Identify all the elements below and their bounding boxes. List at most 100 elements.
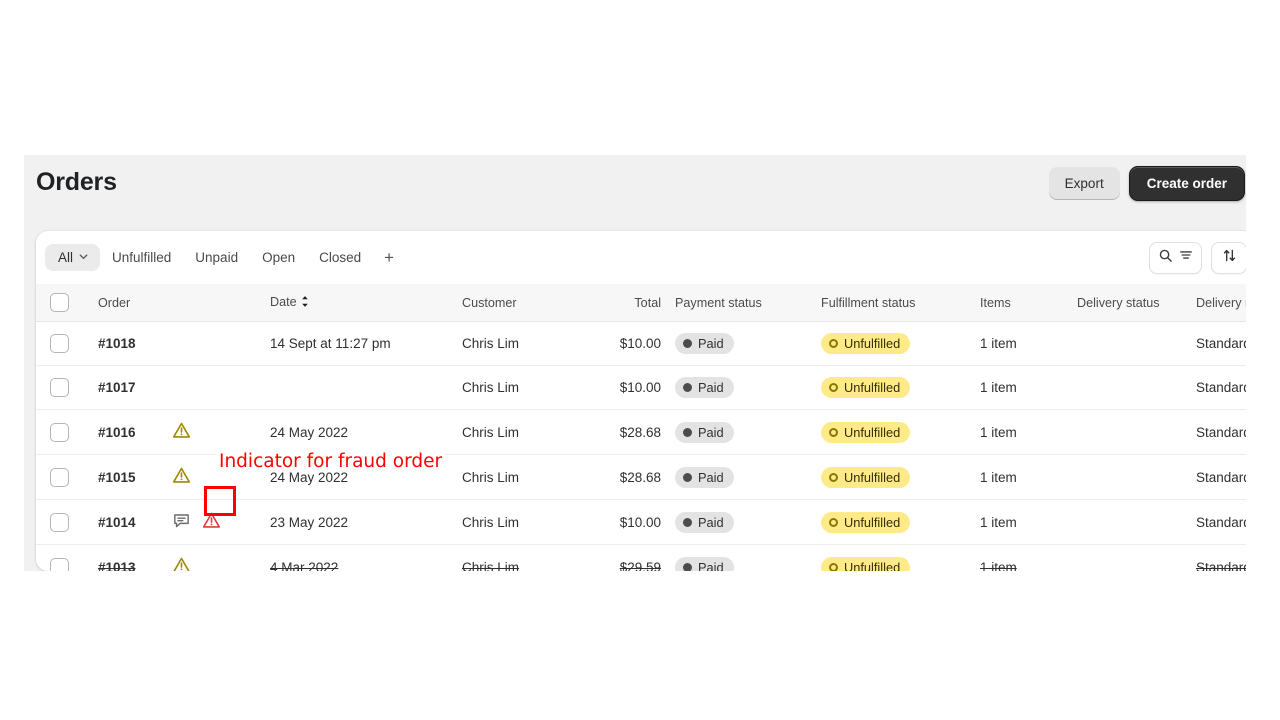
col-delivery-status[interactable]: Delivery status	[1077, 284, 1196, 322]
filter-bar: All Unfulfilled Unpaid Open Closed +	[36, 231, 1246, 284]
create-order-button[interactable]: Create order	[1129, 166, 1245, 201]
status-ring-icon	[829, 428, 838, 437]
cell-date: 23 May 2022	[270, 500, 462, 545]
cell-date: 24 May 2022	[270, 410, 462, 455]
table-row[interactable]: #101814 Sept at 11:27 pmChris Lim$10.00P…	[36, 322, 1246, 366]
cell-customer: Chris Lim	[462, 455, 587, 500]
cell-order[interactable]: #1018	[98, 322, 170, 366]
fraud-annotation-label: Indicator for fraud order	[216, 451, 445, 472]
status-badge-paid: Paid	[675, 333, 734, 354]
cell-payment-status: Paid	[661, 545, 821, 572]
cell-payment-status: Paid	[661, 410, 821, 455]
col-flags	[170, 284, 270, 322]
row-checkbox[interactable]	[50, 513, 69, 532]
cell-items: 1 item	[980, 500, 1077, 545]
cell-delivery-status	[1077, 500, 1196, 545]
order-id-link[interactable]: #1014	[98, 515, 136, 530]
cell-total: $10.00	[587, 322, 661, 366]
warning-triangle-icon[interactable]	[172, 556, 191, 571]
table-row[interactable]: #10134 Mar 2022Chris Lim$29.59PaidUnfulf…	[36, 545, 1246, 572]
row-flags	[170, 421, 270, 443]
cell-order[interactable]: #1016	[98, 410, 170, 455]
cell-order[interactable]: #1017	[98, 366, 170, 410]
order-id-link[interactable]: #1018	[98, 336, 136, 351]
cell-total: $29.59	[587, 545, 661, 572]
status-badge-unfulfilled: Unfulfilled	[821, 422, 910, 443]
orders-page: Orders Export Create order All Unfulfill…	[24, 155, 1246, 571]
order-id-link[interactable]: #1013	[98, 560, 136, 572]
status-badge-paid: Paid	[675, 422, 734, 443]
row-select-cell	[36, 455, 98, 500]
status-badge-paid: Paid	[675, 512, 734, 533]
cell-order[interactable]: #1015	[98, 455, 170, 500]
cell-delivery-status	[1077, 455, 1196, 500]
row-checkbox[interactable]	[50, 558, 69, 572]
order-id-link[interactable]: #1017	[98, 380, 136, 395]
tab-open[interactable]: Open	[250, 244, 307, 271]
order-id-link[interactable]: #1015	[98, 470, 136, 485]
col-payment-status[interactable]: Payment status	[661, 284, 821, 322]
cell-date: 4 Mar 2022	[270, 545, 462, 572]
row-checkbox[interactable]	[50, 468, 69, 487]
cell-order[interactable]: #1014	[98, 500, 170, 545]
row-checkbox[interactable]	[50, 334, 69, 353]
col-date[interactable]: Date	[270, 284, 462, 322]
col-fulfillment-status[interactable]: Fulfillment status	[821, 284, 980, 322]
status-ring-icon	[829, 339, 838, 348]
cell-delivery-method: Standard	[1196, 322, 1246, 366]
cell-flags	[170, 322, 270, 366]
status-dot-icon	[683, 473, 692, 482]
comment-icon[interactable]	[172, 511, 191, 533]
cell-total: $28.68	[587, 410, 661, 455]
status-dot-icon	[683, 428, 692, 437]
col-delivery-method[interactable]: Delivery m	[1196, 284, 1246, 322]
cell-items: 1 item	[980, 322, 1077, 366]
status-dot-icon	[683, 383, 692, 392]
status-dot-icon	[683, 563, 692, 572]
tab-closed[interactable]: Closed	[307, 244, 373, 271]
cell-items: 1 item	[980, 455, 1077, 500]
sort-button[interactable]	[1211, 242, 1246, 274]
cell-date	[270, 366, 462, 410]
warning-triangle-icon[interactable]	[172, 421, 191, 443]
select-all-checkbox[interactable]	[50, 293, 69, 312]
cell-flags	[170, 545, 270, 572]
cell-delivery-method: Standard	[1196, 545, 1246, 572]
add-tab-button[interactable]: +	[373, 244, 405, 271]
cell-fulfillment-status: Unfulfilled	[821, 410, 980, 455]
chevron-down-icon	[78, 250, 89, 265]
status-badge-unfulfilled: Unfulfilled	[821, 377, 910, 398]
col-customer[interactable]: Customer	[462, 284, 587, 322]
cell-fulfillment-status: Unfulfilled	[821, 322, 980, 366]
cell-delivery-method: Standard	[1196, 366, 1246, 410]
order-id-link[interactable]: #1016	[98, 425, 136, 440]
cell-delivery-method: Standard	[1196, 410, 1246, 455]
cell-customer: Chris Lim	[462, 500, 587, 545]
warning-triangle-icon[interactable]	[172, 466, 191, 488]
cell-items: 1 item	[980, 366, 1077, 410]
cell-items: 1 item	[980, 545, 1077, 572]
export-button[interactable]: Export	[1049, 167, 1120, 200]
col-date-label: Date	[270, 295, 297, 309]
row-checkbox[interactable]	[50, 423, 69, 442]
table-row[interactable]: #1017Chris Lim$10.00PaidUnfulfilled1 ite…	[36, 366, 1246, 410]
cell-delivery-method: Standard	[1196, 455, 1246, 500]
table-row[interactable]: #101624 May 2022Chris Lim$28.68PaidUnful…	[36, 410, 1246, 455]
status-badge-unfulfilled: Unfulfilled	[821, 467, 910, 488]
cell-items: 1 item	[980, 410, 1077, 455]
col-total[interactable]: Total	[587, 284, 661, 322]
status-badge-paid: Paid	[675, 377, 734, 398]
cell-delivery-status	[1077, 322, 1196, 366]
status-badge-unfulfilled: Unfulfilled	[821, 512, 910, 533]
fraud-indicator-highlight	[204, 486, 236, 516]
cell-delivery-method: Standard	[1196, 500, 1246, 545]
cell-order[interactable]: #1013	[98, 545, 170, 572]
col-items[interactable]: Items	[980, 284, 1077, 322]
row-checkbox[interactable]	[50, 378, 69, 397]
col-order[interactable]: Order	[98, 284, 170, 322]
tab-unfulfilled[interactable]: Unfulfilled	[100, 244, 183, 271]
cell-delivery-status	[1077, 366, 1196, 410]
tab-all[interactable]: All	[45, 244, 100, 271]
tab-unpaid[interactable]: Unpaid	[183, 244, 250, 271]
search-and-filter-button[interactable]	[1149, 242, 1202, 274]
